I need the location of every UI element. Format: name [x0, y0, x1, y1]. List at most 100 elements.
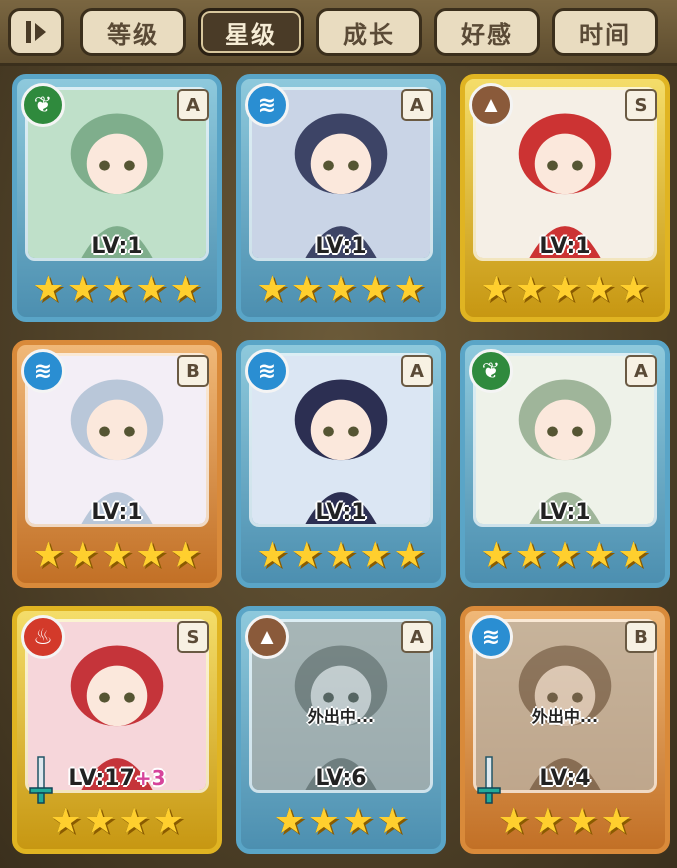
level-value: LV:1 [315, 500, 367, 525]
star-icon: ★ [290, 268, 323, 309]
character-card[interactable]: ▲ S LV:1 ★ ★ ★ ★ ★ [460, 74, 670, 322]
star-icon: ★ [32, 268, 65, 309]
character-card[interactable]: ♨ S LV:17+3 ★ ★ ★ ★ [12, 606, 222, 854]
level-bonus: +3 [134, 766, 166, 790]
level-label: LV:1 [241, 500, 441, 525]
earth-icon: ▲ [469, 83, 513, 127]
sword-icon [477, 756, 501, 804]
grade-badge: A [401, 355, 433, 387]
star-icon: ★ [617, 268, 650, 309]
star-icon: ★ [583, 268, 616, 309]
grade-badge: B [625, 621, 657, 653]
star-icon: ★ [514, 534, 547, 575]
star-icon: ★ [617, 534, 650, 575]
star-icon: ★ [548, 268, 582, 309]
star-icon: ★ [324, 534, 358, 575]
level-value: LV:1 [315, 234, 367, 259]
star-icon: ★ [583, 534, 616, 575]
character-card[interactable]: ≋ A LV:1 ★ ★ ★ ★ ★ [236, 340, 446, 588]
star-rating: ★ ★ ★ ★ ★ [465, 269, 665, 309]
water-icon: ≋ [469, 615, 513, 659]
star-icon: ★ [324, 268, 358, 309]
character-card[interactable]: ≋ B 外出中... LV:4 ★ ★ ★ ★ [460, 606, 670, 854]
star-rating: ★ ★ ★ ★ [17, 801, 217, 841]
level-value: LV:1 [91, 500, 143, 525]
tab-level[interactable]: 等级 [80, 8, 186, 56]
tab-growth[interactable]: 成长 [316, 8, 422, 56]
star-rating: ★ ★ ★ ★ [241, 801, 441, 841]
character-card[interactable]: ❦ A LV:1 ★ ★ ★ ★ ★ [12, 74, 222, 322]
star-icon: ★ [600, 800, 633, 841]
star-icon: ★ [83, 800, 116, 841]
character-card[interactable]: ≋ B LV:1 ★ ★ ★ ★ ★ [12, 340, 222, 588]
grade-badge: A [401, 621, 433, 653]
level-value: LV:17 [68, 766, 135, 791]
star-icon: ★ [118, 800, 151, 841]
filter-bar: 等级 星级 成长 好感 时间 [0, 0, 677, 66]
level-value: LV:1 [539, 500, 591, 525]
level-value: LV:6 [315, 766, 367, 791]
star-icon: ★ [497, 800, 530, 841]
star-icon: ★ [393, 268, 426, 309]
star-icon: ★ [169, 268, 202, 309]
level-label: LV:1 [17, 500, 217, 525]
star-icon: ★ [32, 534, 65, 575]
star-rating: ★ ★ ★ ★ ★ [17, 269, 217, 309]
star-rating: ★ ★ ★ ★ ★ [465, 535, 665, 575]
star-icon: ★ [152, 800, 185, 841]
star-icon: ★ [480, 268, 513, 309]
water-icon: ≋ [21, 349, 65, 393]
grade-badge: A [177, 89, 209, 121]
sword-icon [29, 756, 53, 804]
star-icon: ★ [135, 268, 168, 309]
fire-icon: ♨ [21, 615, 65, 659]
level-value: LV:1 [91, 234, 143, 259]
level-value: LV:1 [539, 234, 591, 259]
grass-icon: ❦ [469, 349, 513, 393]
grade-badge: B [177, 355, 209, 387]
star-icon: ★ [66, 534, 99, 575]
star-icon: ★ [290, 534, 323, 575]
star-icon: ★ [359, 268, 392, 309]
water-icon: ≋ [245, 83, 289, 127]
star-icon: ★ [393, 534, 426, 575]
tab-affection[interactable]: 好感 [434, 8, 540, 56]
star-rating: ★ ★ ★ ★ ★ [241, 269, 441, 309]
level-label: LV:1 [241, 234, 441, 259]
star-icon: ★ [66, 268, 99, 309]
star-icon: ★ [359, 534, 392, 575]
sort-icon [26, 21, 46, 43]
star-icon: ★ [342, 800, 375, 841]
star-icon: ★ [256, 268, 289, 309]
star-icon: ★ [376, 800, 409, 841]
grade-badge: S [177, 621, 209, 653]
level-label: LV:1 [465, 234, 665, 259]
star-icon: ★ [49, 800, 82, 841]
grade-badge: S [625, 89, 657, 121]
star-icon: ★ [307, 800, 340, 841]
level-label: LV:1 [465, 500, 665, 525]
level-label: LV:6 [241, 766, 441, 791]
tab-star[interactable]: 星级 [198, 8, 304, 56]
character-card[interactable]: ▲ A 外出中... LV:6 ★ ★ ★ ★ [236, 606, 446, 854]
star-rating: ★ ★ ★ ★ ★ [241, 535, 441, 575]
tab-time[interactable]: 时间 [552, 8, 658, 56]
away-status-label: 外出中... [307, 707, 375, 726]
star-icon: ★ [169, 534, 202, 575]
grade-badge: A [401, 89, 433, 121]
star-icon: ★ [273, 800, 306, 841]
star-icon: ★ [548, 534, 582, 575]
grass-icon: ❦ [21, 83, 65, 127]
character-card[interactable]: ≋ A LV:1 ★ ★ ★ ★ ★ [236, 74, 446, 322]
star-icon: ★ [514, 268, 547, 309]
sort-order-toggle[interactable] [8, 8, 64, 56]
water-icon: ≋ [245, 349, 289, 393]
character-card[interactable]: ❦ A LV:1 ★ ★ ★ ★ ★ [460, 340, 670, 588]
level-label: LV:1 [17, 234, 217, 259]
star-rating: ★ ★ ★ ★ ★ [17, 535, 217, 575]
star-icon: ★ [100, 534, 134, 575]
star-icon: ★ [566, 800, 599, 841]
earth-icon: ▲ [245, 615, 289, 659]
grade-badge: A [625, 355, 657, 387]
star-icon: ★ [100, 268, 134, 309]
